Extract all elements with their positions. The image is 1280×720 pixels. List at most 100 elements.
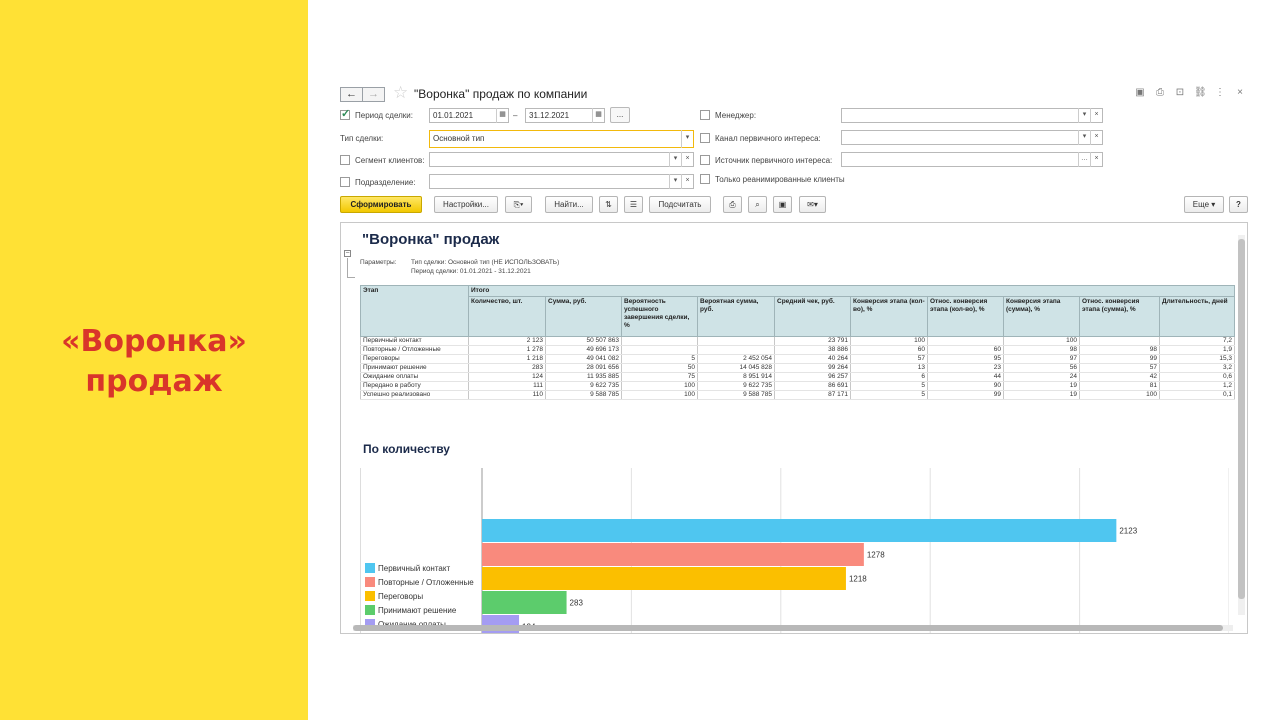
table-row: Повторные / Отложенные 1 278 49 696 173 38 … <box>360 345 1235 355</box>
more-button[interactable]: Еще ▾ <box>1184 196 1224 213</box>
manager-field[interactable]: ▾ × <box>841 108 1103 123</box>
group-line <box>347 258 355 278</box>
clear-icon[interactable]: × <box>681 152 693 167</box>
stage-name-cell: Ожидание оплаты <box>360 372 469 382</box>
calculate-button[interactable]: Подсчитать <box>649 196 711 213</box>
value-cell: 98 <box>1003 345 1080 355</box>
find-button[interactable]: Найти... <box>545 196 593 213</box>
table-header-cell: Относ. конверсия этапа (сумма), % <box>1079 296 1160 337</box>
forward-button[interactable]: → <box>362 87 385 102</box>
table-header-cell: Конверсия этапа (сумма), % <box>1003 296 1080 337</box>
horizontal-scroll-thumb[interactable] <box>353 625 1223 631</box>
chevron-down-icon[interactable]: ▾ <box>1078 130 1090 145</box>
chart-bar <box>482 519 1117 542</box>
value-cell: 111 <box>468 381 546 391</box>
print-button[interactable]: ⎙ <box>723 196 742 213</box>
value-cell: 9 588 785 <box>697 390 775 400</box>
source-checkbox[interactable] <box>700 155 710 165</box>
segment-checkbox[interactable] <box>340 155 350 165</box>
value-cell: 97 <box>1003 354 1080 364</box>
value-cell: 1 278 <box>468 345 546 355</box>
stage-name-cell: Повторные / Отложенные <box>360 345 469 355</box>
back-button[interactable]: ← <box>340 87 363 102</box>
legend-swatch <box>365 605 375 615</box>
clear-icon[interactable]: × <box>1090 130 1102 145</box>
select-icon[interactable]: … <box>1078 152 1090 167</box>
source-field[interactable]: … × <box>841 152 1103 167</box>
manager-checkbox[interactable] <box>700 110 710 120</box>
period-checkbox[interactable] <box>340 107 350 120</box>
channel-field[interactable]: ▾ × <box>841 130 1103 145</box>
value-cell: 14 045 828 <box>697 363 775 373</box>
param-deal-type: Тип сделки: Основной тип (НЕ ИСПОЛЬЗОВАТ… <box>411 259 560 266</box>
date-to-field[interactable]: 31.12.2021 ▦ <box>525 108 605 123</box>
period-select-button[interactable]: ... <box>610 107 630 123</box>
value-cell: 3,2 <box>1159 363 1235 373</box>
chevron-down-icon[interactable]: ▾ <box>681 130 693 148</box>
close-icon[interactable]: × <box>1234 87 1246 98</box>
value-cell: 2 452 054 <box>697 354 775 364</box>
reanimated-label: Только реанимированные клиенты <box>715 174 845 184</box>
save-button[interactable]: ▣ <box>773 196 792 213</box>
manager-label: Менеджер: <box>715 110 757 120</box>
send-button[interactable]: ✉▾ <box>799 196 826 213</box>
clear-icon[interactable]: × <box>1090 108 1102 123</box>
value-cell: 44 <box>927 372 1004 382</box>
segment-field[interactable]: ▾ × <box>429 152 694 167</box>
sort-button[interactable]: ⇅ <box>599 196 618 213</box>
save-icon[interactable]: ▣ <box>1134 87 1146 98</box>
clear-icon[interactable]: × <box>681 174 693 189</box>
channel-checkbox[interactable] <box>700 133 710 143</box>
magnifier-icon: ⌕ <box>755 200 760 209</box>
preview-icon[interactable]: ⊡ <box>1174 87 1186 98</box>
link-icon[interactable]: ⛓ <box>1194 87 1207 98</box>
slide-title-line1: «Воронка» <box>61 324 247 359</box>
value-cell: 5 <box>850 390 928 400</box>
calendar-icon[interactable]: ▦ <box>592 108 604 123</box>
period-row: Период сделки: <box>340 107 413 120</box>
param-period: Период сделки: 01.01.2021 - 31.12.2021 <box>411 268 531 275</box>
value-cell: 60 <box>850 345 928 355</box>
value-cell: 75 <box>621 372 698 382</box>
floppy-icon: ▣ <box>778 200 787 209</box>
print-icon: ⎙ <box>729 200 736 209</box>
clear-icon[interactable]: × <box>1090 152 1102 167</box>
stage-name-cell: Принимают решение <box>360 363 469 373</box>
more-icon[interactable]: ⋮ <box>1214 87 1226 98</box>
funnel-bar-chart: 212312781218283124Первичный контактПовто… <box>365 468 1230 633</box>
favorite-star-icon[interactable]: ☆ <box>393 84 408 102</box>
value-cell: 9 622 735 <box>545 381 622 391</box>
vertical-scroll-thumb[interactable] <box>1238 239 1245 599</box>
value-cell: 42 <box>1079 372 1160 382</box>
settings-button[interactable]: Настройки... <box>434 196 498 213</box>
calendar-icon[interactable]: ▦ <box>496 108 508 123</box>
clipboard-icon: ⎘▾ <box>513 200 524 209</box>
group-button[interactable]: ☰ <box>624 196 643 213</box>
value-cell: 100 <box>621 390 698 400</box>
date-from-field[interactable]: 01.01.2021 ▦ <box>429 108 509 123</box>
preview-button[interactable]: ⌕ <box>748 196 767 213</box>
value-cell <box>621 336 698 346</box>
deal-type-field[interactable]: Основной тип ▾ <box>429 130 694 148</box>
date-to-value: 31.12.2021 <box>529 111 570 120</box>
table-row: Первичный контакт 2 123 50 507 863 23 791 10… <box>360 336 1235 346</box>
variants-button[interactable]: ⎘▾ <box>505 196 532 213</box>
chevron-down-icon[interactable]: ▾ <box>1078 108 1090 123</box>
division-field[interactable]: ▾ × <box>429 174 694 189</box>
table-header-cell: Конверсия этапа (кол-во), % <box>850 296 928 337</box>
help-button[interactable]: ? <box>1229 196 1248 213</box>
value-cell: 283 <box>468 363 546 373</box>
stage-name-cell: Первичный контакт <box>360 336 469 346</box>
division-checkbox[interactable] <box>340 177 350 187</box>
value-cell: 6 <box>850 372 928 382</box>
generate-button[interactable]: Сформировать <box>340 196 422 213</box>
table-header-cell: Сумма, руб. <box>545 296 622 337</box>
table-row: Передано в работу 111 9 622 735 100 9 622 73… <box>360 381 1235 391</box>
chevron-down-icon[interactable]: ▾ <box>669 174 681 189</box>
chevron-down-icon[interactable]: ▾ <box>669 152 681 167</box>
reanimated-row: Только реанимированные клиенты <box>700 174 845 184</box>
reanimated-checkbox[interactable] <box>700 174 710 184</box>
print-icon[interactable]: ⎙ <box>1154 87 1166 98</box>
collapse-icon[interactable]: − <box>344 250 351 257</box>
value-cell: 87 171 <box>774 390 851 400</box>
